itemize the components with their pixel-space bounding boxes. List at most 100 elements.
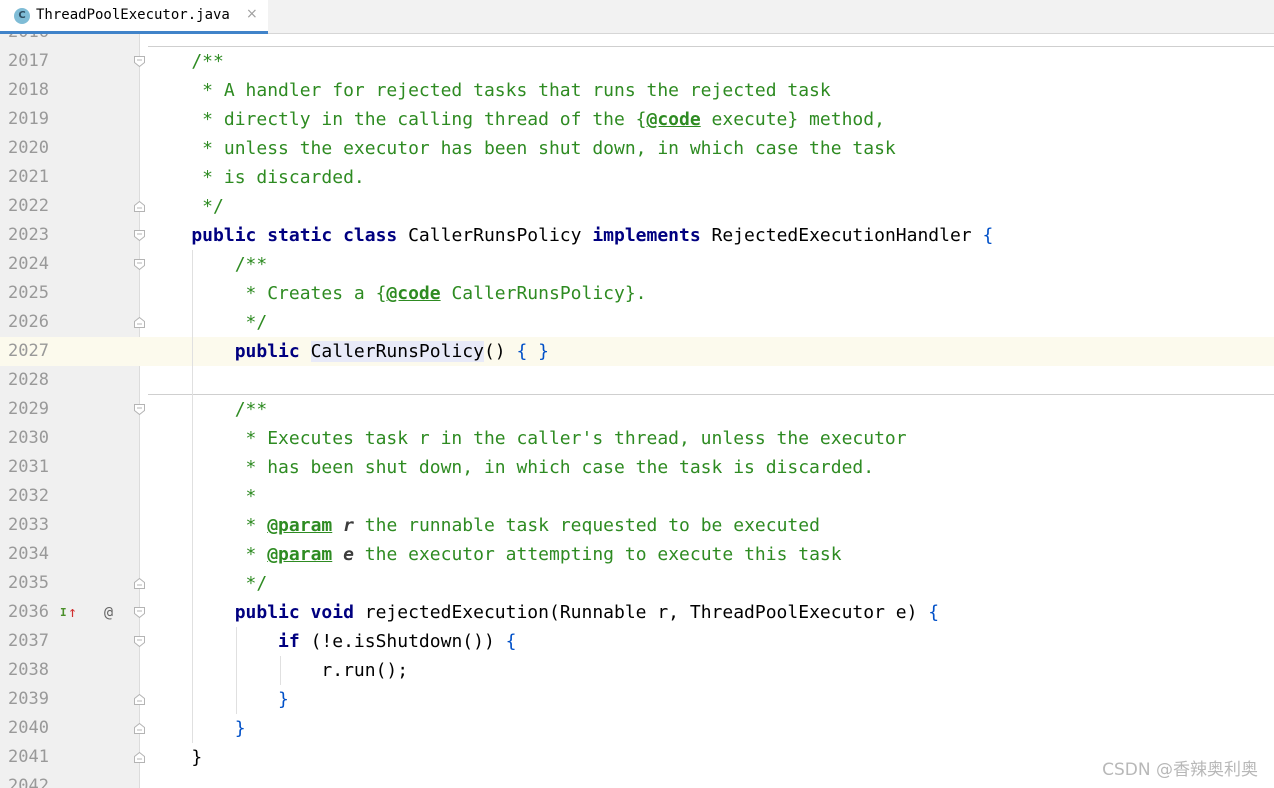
tab-title: ThreadPoolExecutor.java [36,7,230,23]
code-token: } [148,718,246,739]
code-token: /** [148,51,224,72]
line-number: 2024 [8,254,49,274]
gutter-cell: 2033 [0,511,140,540]
line-number: 2040 [8,718,49,738]
line-number: 2017 [8,51,49,71]
code-token: the runnable task requested to be execut… [353,515,820,536]
fold-open-icon[interactable] [134,636,145,647]
line-number: 2020 [8,138,49,158]
code-token: * [148,515,268,536]
fold-open-icon[interactable] [134,230,145,241]
code-editor[interactable]: 20162017 /**2018 * A handler for rejecte… [0,34,1274,788]
code-text: * directly in the calling thread of the … [148,105,885,134]
code-text: public static class CallerRunsPolicy imp… [148,221,993,250]
code-token: */ [148,312,268,333]
code-line[interactable]: 2041 } [0,743,1274,772]
gutter-cell: 2035 [0,569,145,598]
code-text: */ [148,192,224,221]
gutter-cell: 2025 [0,279,140,308]
editor-tab-bar: C ThreadPoolExecutor.java × [0,0,1274,34]
watermark: CSDN @香辣奥利奥 [1102,760,1258,780]
fold-close-icon[interactable] [134,752,145,763]
gutter-cell: 2041 [0,743,145,772]
code-text: * [148,482,257,511]
indent-guide [280,656,281,685]
code-text: * has been shut down, in which case the … [148,453,875,482]
line-number: 2027 [8,341,49,361]
code-token: * has been shut down, in which case the … [148,457,875,478]
gutter-cell: 2028 [0,366,140,395]
fold-close-icon[interactable] [134,723,145,734]
fold-open-icon[interactable] [134,607,145,618]
indent-guide [236,627,237,714]
code-token: * Executes task r in the caller's thread… [148,428,907,449]
code-token: * Creates a { [148,283,387,304]
fold-open-icon[interactable] [134,404,145,415]
code-text: /** [148,250,268,279]
close-icon[interactable]: × [246,6,258,22]
fold-close-icon[interactable] [134,578,145,589]
gutter-cell: 2040 [0,714,145,743]
fold-open-icon[interactable] [134,259,145,270]
code-token: @code [646,109,701,130]
code-token: CallerRunsPolicy [310,341,484,362]
annotation-icon[interactable]: @ [104,604,113,621]
gutter-cell: 2029 [0,395,145,424]
tab-threadpoolexecutor[interactable]: C ThreadPoolExecutor.java × [0,0,268,34]
code-text: r.run(); [148,656,408,685]
code-token: @param [267,544,333,565]
code-text: * @param e the executor attempting to ex… [148,540,842,569]
code-token: */ [148,573,268,594]
code-token: { [505,631,517,652]
code-token: implements [592,225,712,246]
code-token: { } [516,341,549,362]
code-token: } [148,689,289,710]
code-token: @code [386,283,441,304]
gutter-cell: 2027 [0,337,140,366]
fold-close-icon[interactable] [134,201,145,212]
line-number: 2039 [8,689,49,709]
gutter-cell: 2019 [0,105,140,134]
fold-close-icon[interactable] [134,317,145,328]
gutter-cell: 2034 [0,540,140,569]
code-token: public static class [148,225,409,246]
code-token: public [148,341,311,362]
code-token: } [148,747,203,768]
gutter-cell: 2018 [0,76,140,105]
line-number: 2037 [8,631,49,651]
code-text: if (!e.isShutdown()) { [148,627,516,656]
code-line[interactable]: 2020 * unless the executor has been shut… [0,134,1274,163]
gutter-cell: 2032 [0,482,140,511]
code-text: } [148,685,289,714]
fold-close-icon[interactable] [134,694,145,705]
code-line[interactable]: 2018 * A handler for rejected tasks that… [0,76,1274,105]
line-number: 2035 [8,573,49,593]
code-token: * unless the executor has been shut down… [148,138,896,159]
gutter-cell: 2042 [0,772,140,788]
code-line[interactable]: 2019 * directly in the calling thread of… [0,105,1274,134]
gutter-cell: 2020 [0,134,140,163]
code-token: { [928,602,940,623]
code-text: */ [148,308,268,337]
arrow-up-icon[interactable]: ↑ [68,604,77,621]
implements-icon[interactable]: I [60,604,67,621]
code-line[interactable]: 2022 */ [0,192,1274,221]
code-line[interactable]: 2017 /** [0,47,1274,76]
line-number: 2032 [8,486,49,506]
code-line[interactable]: 2042 [0,772,1274,788]
code-text: public CallerRunsPolicy() { } [148,337,549,366]
code-text: /** [148,395,268,424]
method-separator [148,394,1274,395]
code-token: { [982,225,994,246]
code-line[interactable]: 2021 * is discarded. [0,163,1274,192]
code-token: rejectedExecution(Runnable r, ThreadPool… [364,602,929,623]
fold-open-icon[interactable] [134,56,145,67]
code-token: * [148,544,268,565]
line-number: 2031 [8,457,49,477]
code-token: r.run(); [148,660,409,681]
line-number: 2036 [8,602,49,622]
code-token: /** [148,399,268,420]
code-token: CallerRunsPolicy [408,225,593,246]
code-line[interactable]: 2023 public static class CallerRunsPolic… [0,221,1274,250]
code-text: } [148,743,202,772]
